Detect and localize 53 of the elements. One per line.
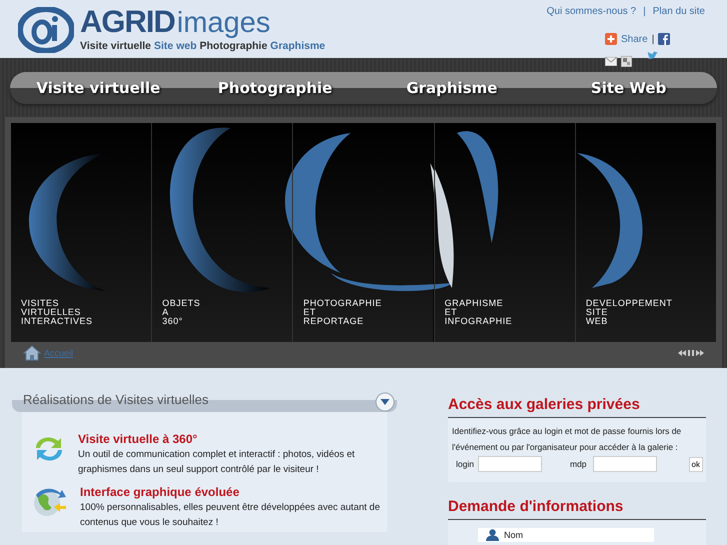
nav-link[interactable]: Graphisme (406, 79, 498, 97)
link-separator: | (643, 6, 646, 17)
slide-caption: WEB (586, 317, 609, 326)
feature-description: Un outil de communication complet et interactif : photos, vidéos et graphismes dans un seul support contrôlé par le visiteur ! (78, 448, 356, 477)
tagline-text: Site web (154, 40, 197, 52)
slide-caption: 360° (162, 317, 184, 326)
ok-button[interactable]: ok (688, 456, 703, 472)
slide-caption: SITE (586, 308, 609, 317)
home-icon[interactable] (23, 345, 41, 361)
slide-caption: ET (303, 308, 317, 317)
rewind-icon[interactable] (678, 350, 686, 356)
nav-link[interactable]: Visite virtuelle (36, 79, 160, 97)
password-field[interactable] (592, 456, 657, 472)
login-instructions: Identifiez-vous grâce au login et mot de passe fournis lors de l'événement ou par l'organisateur pour accéder à la galerie : (452, 425, 682, 454)
top-link[interactable]: Plan du site (652, 6, 705, 17)
nav-link[interactable]: Site Web (590, 79, 666, 97)
bird-icon[interactable] (647, 51, 659, 60)
slide-caption: VISITES (21, 299, 60, 308)
logo-wordmark: AGRID (80, 6, 175, 38)
login-label: login (456, 459, 474, 469)
slide-caption: GRAPHISME (444, 299, 504, 308)
logo-icon (18, 7, 74, 53)
slide-caption: DEVELOPPEMENT (586, 299, 672, 308)
slide-caption: INFOGRAPHIE (444, 317, 512, 326)
plus-icon[interactable] (605, 33, 617, 45)
facebook-icon[interactable] (658, 33, 670, 45)
nav-link[interactable]: Photographie (218, 79, 332, 97)
slide-caption: PHOTOGRAPHIE (303, 299, 382, 308)
person-icon (486, 529, 499, 541)
slide-caption: OBJETS (162, 299, 200, 308)
password-label: mdp (570, 459, 587, 469)
login-field[interactable] (478, 456, 542, 472)
share-link[interactable]: Share (621, 34, 648, 44)
tagline-text: Graphisme (270, 40, 326, 52)
slide-caption: ET (444, 308, 458, 317)
top-link[interactable]: Qui sommes-nous ? (546, 6, 636, 17)
name-field[interactable]: Nom (478, 528, 654, 542)
tagline-text: Photographie (200, 40, 268, 52)
feature-description: 100% personnalisables, elles peuvent être développées avec autant de contenus que vous le souhaitez ! (80, 501, 381, 530)
dropdown-icon[interactable] (375, 392, 395, 412)
tagline-text: Visite virtuelle (80, 40, 152, 52)
share-separator: | (652, 34, 654, 44)
feature-title: Visite virtuelle à 360° (78, 432, 198, 446)
pause-icon[interactable] (688, 350, 694, 356)
section-title: Réalisations de Visites virtuelles (23, 392, 208, 406)
slide-caption: VIRTUELLES (21, 308, 82, 317)
slide-caption: INTERACTIVES (21, 317, 93, 326)
feature-title: Interface graphique évoluée (80, 485, 240, 499)
slide-caption: REPORTAGE (303, 317, 365, 326)
bookmark-icon[interactable] (621, 56, 632, 67)
slide-caption: A (162, 308, 170, 317)
forward-icon[interactable] (696, 350, 704, 356)
logo-suffix: images (176, 7, 270, 39)
